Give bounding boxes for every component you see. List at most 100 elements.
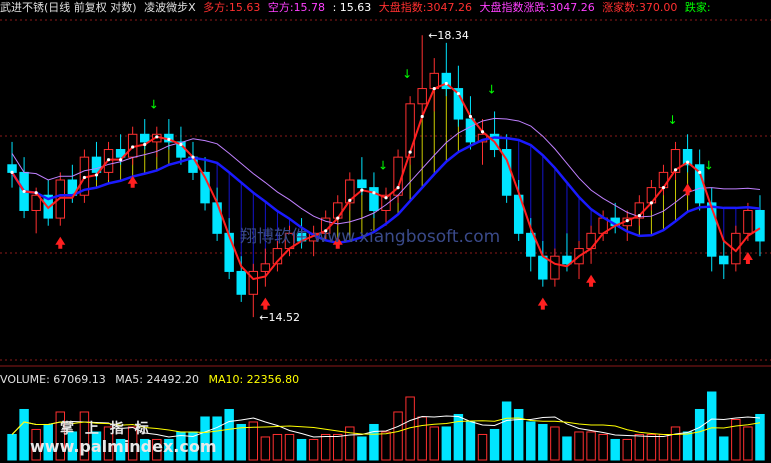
ma-dot xyxy=(468,114,473,119)
watermark-palm-url: www.palmindex.com xyxy=(30,437,217,456)
ma-dot xyxy=(444,81,448,86)
volume-bar xyxy=(586,431,596,461)
ma-dot xyxy=(348,198,352,202)
volume-bar xyxy=(501,401,512,461)
ma-lines xyxy=(10,81,761,281)
ma-dot xyxy=(10,170,14,174)
sell-signal: ↓ xyxy=(402,67,412,81)
volume-bar xyxy=(622,438,632,461)
ma-dot xyxy=(372,191,376,195)
ma-dot xyxy=(360,188,364,192)
ma-dot xyxy=(336,216,340,220)
buy-arrow-icon xyxy=(537,297,548,310)
stock-title: 武进不锈(日线 前复权 对数) xyxy=(0,1,137,14)
volume-bar xyxy=(513,408,524,461)
chart-header: 武进不锈(日线 前复权 对数) 凌波微步X 多方:15.63 空方:15.78 … xyxy=(0,0,771,16)
volume-bar xyxy=(333,433,343,461)
ma-dot xyxy=(384,196,388,200)
ma-dot xyxy=(119,158,123,162)
ma-dot xyxy=(420,114,424,119)
index-value: 3047.26 xyxy=(426,1,472,14)
ma-dot xyxy=(432,86,436,91)
volume-bar xyxy=(526,421,536,461)
ma-dot xyxy=(34,191,38,195)
ma10-value: MA10: 22356.80 xyxy=(208,373,300,386)
candle-body xyxy=(224,232,234,272)
volume-bar xyxy=(562,436,572,461)
ma-dot xyxy=(408,150,412,154)
volume-bar xyxy=(706,391,717,461)
volume-bar xyxy=(272,433,283,461)
candle-body xyxy=(719,255,729,265)
buy-arrow-icon xyxy=(260,297,271,310)
candle-body xyxy=(236,270,246,295)
indicator-name: 凌波微步X xyxy=(144,1,196,14)
volume-bar xyxy=(682,431,693,461)
long-value: 15.63 xyxy=(228,1,261,14)
volume-bar xyxy=(658,433,669,461)
index2-label: 大盘指数涨跌: xyxy=(479,1,550,14)
volume-bar xyxy=(489,428,500,461)
volume-bar xyxy=(694,408,705,461)
volume-bar xyxy=(308,438,319,461)
short-label: 空方: xyxy=(267,1,294,14)
candle-body xyxy=(706,202,717,257)
volume-bar xyxy=(236,423,246,461)
volume-bar xyxy=(743,426,753,461)
ma-dot xyxy=(396,186,400,190)
ma-dot xyxy=(649,201,653,205)
candle-body xyxy=(417,88,427,105)
last-value: : 15.63 xyxy=(332,1,372,14)
ma-dot xyxy=(106,158,111,162)
ma5-value: MA5: 24492.20 xyxy=(115,373,199,386)
ma-dot xyxy=(685,160,690,164)
candle-body xyxy=(369,187,379,211)
candle-body xyxy=(140,133,150,143)
ma-dot xyxy=(191,155,195,159)
volume-bar xyxy=(224,408,234,461)
sell-signal: ↓ xyxy=(487,82,497,96)
volume-bar xyxy=(550,426,560,461)
up-value: 370.00 xyxy=(638,1,678,14)
volume-bar xyxy=(296,438,307,461)
volume-bar xyxy=(465,421,476,461)
macd-hatch xyxy=(47,83,761,280)
candle-body xyxy=(755,209,765,242)
ma-dot xyxy=(143,142,147,147)
volume-bar xyxy=(755,413,765,461)
ma-dot xyxy=(82,175,87,180)
ma-dot xyxy=(480,130,485,134)
volume-bar xyxy=(646,433,657,461)
sell-signal: ↓ xyxy=(704,159,714,173)
volume-bar xyxy=(634,433,645,461)
ma-dot xyxy=(698,170,702,174)
ma-dot xyxy=(155,135,159,139)
volume-bar xyxy=(477,433,488,461)
low-label: ←14.52 xyxy=(259,311,300,324)
volume-bar xyxy=(320,433,331,461)
buy-arrow-icon xyxy=(55,236,66,249)
volume-bar xyxy=(393,411,403,461)
volume-bar xyxy=(381,431,391,461)
ma-fast-line xyxy=(11,82,761,281)
buy-arrow-icon xyxy=(586,274,597,287)
index-label: 大盘指数: xyxy=(378,1,427,14)
sell-signal: ↓ xyxy=(668,113,678,127)
candle-body xyxy=(743,209,753,234)
volume-bar xyxy=(670,426,681,461)
volume-bar xyxy=(719,436,729,461)
ma-dot xyxy=(94,173,99,177)
sell-signal: ↓ xyxy=(378,159,388,173)
ma-dot xyxy=(179,142,183,147)
ma-dot xyxy=(661,186,666,190)
candle-body xyxy=(465,118,476,143)
signals: ↓ ↓ ↓ ↓ ↓ ↓ ←18.34 ←14.52 xyxy=(55,29,753,324)
volume-bar xyxy=(538,423,548,461)
volume-bar xyxy=(574,431,584,461)
volume-header: VOLUME: 67069.13 MA5: 24492.20 MA10: 223… xyxy=(0,372,771,388)
volume-bar xyxy=(429,426,439,461)
ma-dot xyxy=(625,219,629,223)
watermark-palm: 掌 上 指 标 xyxy=(60,421,152,437)
candle-body xyxy=(260,263,271,272)
down-label: 跌家: xyxy=(684,1,711,14)
